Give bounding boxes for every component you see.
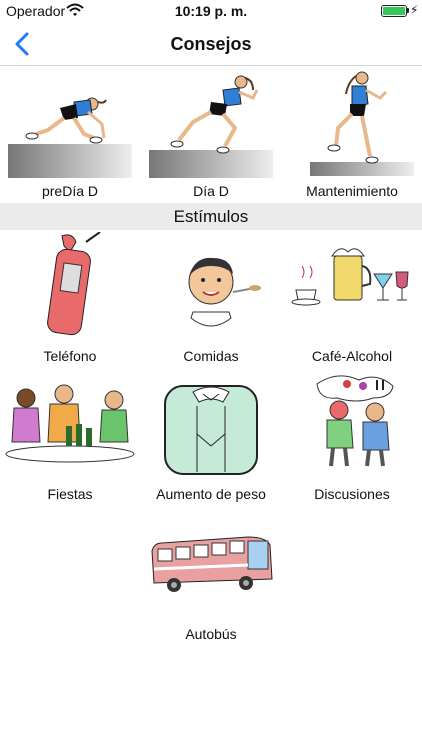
stimulus-aumento-de-peso[interactable]: Aumento de peso	[141, 370, 281, 508]
party-people-icon	[5, 384, 135, 463]
phase-label: preDía D	[41, 183, 99, 199]
stimulus-telefono[interactable]: Teléfono	[0, 230, 140, 368]
section-header-stimuli: Estímulos	[0, 203, 422, 230]
section-title: Estímulos	[173, 207, 249, 226]
status-time: 10:19 p. m.	[174, 3, 248, 19]
stimulus-label: Discusiones	[314, 486, 390, 502]
status-bar: Operador 10:19 p. m. ⚡	[0, 0, 422, 22]
stimulus-discusiones[interactable]: Discusiones	[282, 370, 422, 508]
person-eating-icon	[188, 257, 261, 327]
runner-crouch-start-icon	[8, 97, 132, 178]
stimulus-label: Teléfono	[43, 348, 97, 364]
phase-predia-d[interactable]: preDía D	[0, 66, 140, 203]
charging-bolt-icon: ⚡	[410, 3, 419, 17]
stimulus-label: Fiestas	[47, 486, 93, 502]
stimulus-label: Autobús	[185, 626, 237, 642]
phase-mantenimiento[interactable]: Mantenimiento	[282, 66, 422, 203]
battery-tip	[407, 8, 409, 13]
stimulus-label: Aumento de peso	[156, 486, 266, 502]
stimulus-label: Café-Alcohol	[311, 348, 393, 364]
arguing-people-icon	[316, 375, 394, 467]
stimulus-autobus[interactable]: Autobús	[141, 525, 281, 645]
phase-dia-d[interactable]: Día D	[141, 66, 281, 203]
stimulus-label: Comidas	[183, 348, 239, 364]
runner-jog-icon	[310, 71, 414, 176]
bathroom-scale-icon	[164, 385, 258, 475]
phase-label: Mantenimiento	[306, 183, 398, 199]
phase-label: Día D	[193, 183, 229, 199]
stimulus-comidas[interactable]: Comidas	[141, 230, 281, 368]
stimulus-cafe-alcohol[interactable]: Café-Alcohol	[282, 230, 422, 368]
navigation-bar: Consejos	[0, 22, 422, 66]
stimulus-fiestas[interactable]: Fiestas	[0, 370, 140, 508]
bus-icon	[151, 536, 273, 592]
coffee-beer-drinks-icon	[291, 248, 409, 306]
runner-sprint-icon	[149, 75, 273, 178]
battery-icon	[381, 5, 407, 17]
telephone-icon	[47, 232, 101, 336]
page-title: Consejos	[170, 34, 252, 54]
